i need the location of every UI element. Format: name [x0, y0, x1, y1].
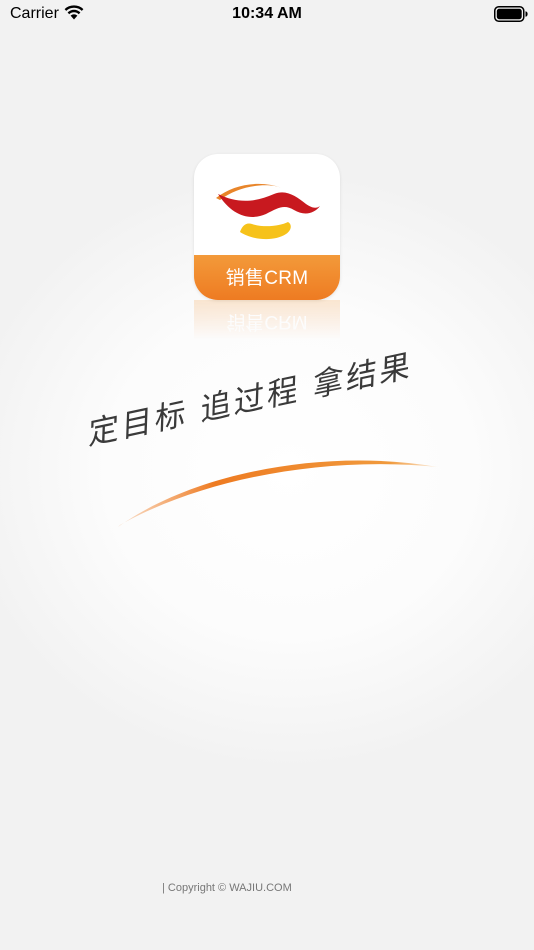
splash-screen: Carrier 10:34 AM 销售CRM 销售CRM 定目标 追过程 拿结果	[0, 0, 534, 950]
logo-reflection: 销售CRM	[194, 300, 340, 340]
slogan-block: 定目标 追过程 拿结果	[80, 348, 480, 535]
logo-reflection-label: 销售CRM	[226, 311, 308, 332]
logo-label-band: 销售CRM	[194, 255, 340, 300]
battery-icon	[494, 6, 528, 22]
status-bar: Carrier 10:34 AM	[0, 0, 534, 28]
logo-label: 销售CRM	[225, 268, 309, 289]
copyright-text: | Copyright © WAJIU.COM	[162, 882, 292, 894]
swoosh-curve-icon	[118, 460, 438, 527]
ribbon-logo-icon	[216, 183, 320, 240]
status-time: 10:34 AM	[232, 5, 302, 22]
app-logo: 销售CRM	[194, 154, 340, 300]
